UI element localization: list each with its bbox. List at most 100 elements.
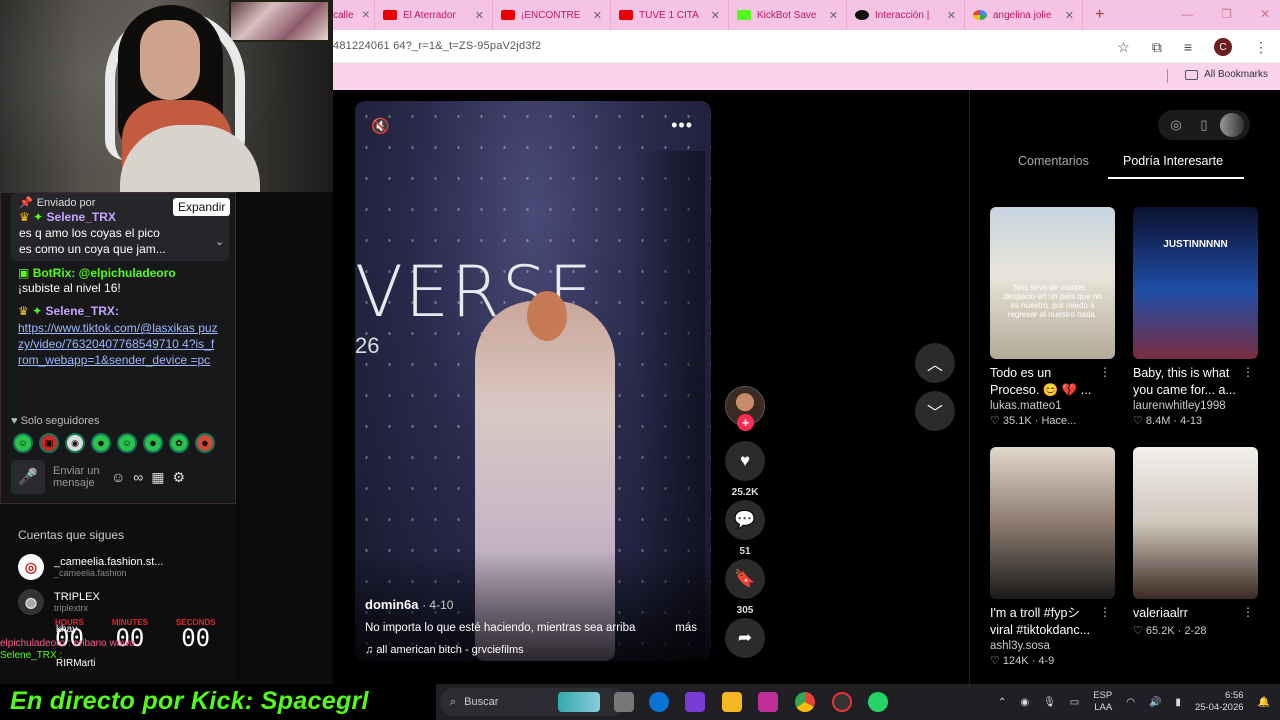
menu-icon[interactable]: ⋮ [1254, 39, 1268, 56]
maximize-icon[interactable]: ❐ [1221, 7, 1232, 21]
video-thumbnail[interactable]: Nos sirve de mantel... despacio en un pa… [990, 207, 1115, 359]
follow-plus-icon[interactable]: + [737, 414, 754, 431]
device-icon[interactable]: ▯ [1192, 113, 1216, 137]
close-icon[interactable]: ✕ [947, 9, 956, 22]
video-thumbnail[interactable] [1133, 447, 1258, 599]
more-icon[interactable]: ⋮ [1242, 365, 1254, 379]
emote-icon[interactable]: ☺ [117, 433, 137, 453]
video-thumbnail[interactable] [990, 447, 1115, 599]
clock[interactable]: 6:56 25-04-2026 [1195, 690, 1244, 714]
share-icon[interactable]: ➦ [725, 618, 765, 658]
save-action[interactable]: 🔖 305 [723, 559, 767, 616]
tab-comments[interactable]: Comentarios [1018, 154, 1089, 168]
profile-avatar[interactable]: C [1214, 38, 1232, 56]
emote-icon[interactable]: ▣ [39, 433, 59, 453]
followed-item[interactable]: ◍ TRIPLEX triplextrx [18, 589, 100, 615]
card-title[interactable]: Todo es un Proceso. 😊 💔 ... [990, 365, 1100, 399]
browser-tab[interactable]: KickBot Save ✕ [729, 0, 847, 30]
chevron-up-icon[interactable]: ⌃ [998, 697, 1006, 708]
wifi-icon[interactable]: ◠ [1126, 697, 1135, 708]
url-text[interactable]: 481224061 64?_r=1&_t=ZS-95paV2jd3f2 [333, 40, 541, 52]
comment-icon[interactable]: 💬 [725, 500, 765, 540]
chrome-icon[interactable] [795, 692, 815, 712]
browser-tab[interactable]: Interacción | ✕ [847, 0, 965, 30]
close-icon[interactable]: ✕ [711, 9, 720, 22]
display-icon[interactable]: ▭ [1070, 697, 1079, 708]
video-thumbnail[interactable]: JUSTINNNNN [1133, 207, 1258, 359]
more-link[interactable]: más [675, 622, 697, 634]
tab-partial[interactable]: calle ✕ [333, 0, 375, 30]
mute-icon[interactable]: 🔇 [371, 117, 390, 135]
volume-icon[interactable]: 🔊 [1149, 697, 1161, 708]
author-name[interactable]: domin6a [365, 597, 418, 612]
card-user[interactable]: lukas.matteo1 [990, 400, 1115, 412]
obs-icon[interactable] [832, 692, 852, 712]
close-icon[interactable]: ✕ [593, 9, 602, 22]
battery-icon[interactable]: ▮ [1175, 697, 1181, 708]
browser-tab[interactable]: angelina jolie ✕ [965, 0, 1083, 30]
more-icon[interactable]: ⋮ [1099, 365, 1111, 379]
file-icon[interactable] [614, 692, 634, 712]
emote-icon[interactable]: ☻ [143, 433, 163, 453]
tab-suggested[interactable]: Podría Interesarte [1123, 154, 1223, 168]
followed-item[interactable]: ◎ _cameelia.fashion.st... _cameelia.fashi… [18, 554, 163, 580]
browser-tab[interactable]: ¡ENCONTRE ✕ [493, 0, 611, 30]
chat-user[interactable]: BotRix: @elpichuladeoro [33, 266, 176, 280]
card-title[interactable]: Baby, this is what you came for... a... [1133, 365, 1243, 399]
store-icon[interactable] [758, 692, 778, 712]
close-icon[interactable]: ✕ [829, 9, 838, 22]
edge-icon[interactable] [649, 692, 669, 712]
bookmark-star-icon[interactable]: ☆ [1117, 39, 1130, 56]
like-action[interactable]: ♥ 25.2K [723, 441, 767, 498]
emote-icon[interactable]: ☻ [91, 433, 111, 453]
user-avatar[interactable] [1220, 113, 1244, 137]
card-title[interactable]: I'm a troll #fypシ viral #tiktokdanc... [990, 605, 1100, 639]
microphone-icon[interactable]: 🎤 [11, 460, 45, 494]
browser-tab[interactable]: El Aterrador ✕ [375, 0, 493, 30]
share-action[interactable]: ➦ [723, 618, 767, 658]
pinned-user[interactable]: Selene_TRX [47, 210, 116, 224]
minimize-icon[interactable]: — [1181, 7, 1193, 21]
emote-icon[interactable]: ☻ [195, 433, 215, 453]
whatsapp-icon[interactable] [868, 692, 888, 712]
next-video-button[interactable]: ﹀ [915, 391, 955, 431]
heart-icon[interactable]: ♥ [725, 441, 765, 481]
copilot-icon[interactable] [685, 692, 705, 712]
video-card[interactable]: valeriaalrr ⋮ ♡ 65.2K · 2-28 [1133, 447, 1258, 637]
emote-icon[interactable]: ✿ [169, 433, 189, 453]
extensions-icon[interactable]: ⧉ [1152, 39, 1162, 56]
infinity-icon[interactable]: ∞ [133, 469, 143, 485]
pip-icon[interactable]: ◎ [1164, 113, 1188, 137]
chevron-down-icon[interactable]: ⌄ [215, 235, 224, 248]
video-card[interactable]: Nos sirve de mantel... despacio en un pa… [990, 207, 1115, 427]
emoji-icon[interactable]: ☺ [111, 469, 125, 485]
video-sound[interactable]: ♫ all american bitch - grvciefilms [365, 644, 524, 656]
video-card[interactable]: I'm a troll #fypシ viral #tiktokdanc... ⋮… [990, 447, 1115, 667]
store-icon[interactable]: ▦ [151, 469, 164, 486]
video-author[interactable]: domin6a · 4-10 [365, 597, 453, 612]
address-bar[interactable]: 481224061 64?_r=1&_t=ZS-95paV2jd3f2 ☆ ⧉ … [333, 30, 1280, 63]
card-user[interactable]: ashl3y.sosa [990, 640, 1115, 652]
more-icon[interactable]: ⋮ [1099, 605, 1111, 619]
more-icon[interactable]: ⋮ [1242, 605, 1254, 619]
tray-app-icon[interactable]: ◉ [1020, 697, 1029, 708]
all-bookmarks[interactable]: All Bookmarks [1185, 69, 1268, 80]
close-icon[interactable]: ✕ [1065, 9, 1074, 22]
chat-input[interactable]: Enviar un mensaje [53, 465, 103, 489]
media-icon[interactable]: ≡ [1184, 39, 1192, 55]
emote-icon[interactable]: ☺ [13, 433, 33, 453]
card-user[interactable]: laurenwhitley1998 [1133, 400, 1258, 412]
mic-icon[interactable]: 🎙 [1043, 697, 1056, 708]
browser-tab[interactable]: TUVE 1 CITA ✕ [611, 0, 729, 30]
chat-user[interactable]: Selene_TRX: [46, 304, 119, 318]
video-player[interactable]: VERSE 26 🔇 ••• domin6a · 4-10 No importa… [355, 101, 711, 661]
close-icon[interactable]: ✕ [362, 10, 370, 21]
language-indicator[interactable]: ESP LAA [1093, 690, 1112, 714]
video-card[interactable]: JUSTINNNNN Baby, this is what you came f… [1133, 207, 1258, 427]
widget-icon[interactable] [558, 692, 600, 712]
emote-icon[interactable]: ◉ [65, 433, 85, 453]
comment-action[interactable]: 💬 51 [723, 500, 767, 557]
sound-name[interactable]: all american bitch - grvciefilms [376, 644, 523, 656]
new-tab-icon[interactable]: + [1095, 6, 1104, 24]
card-title[interactable]: valeriaalrr [1133, 605, 1243, 622]
